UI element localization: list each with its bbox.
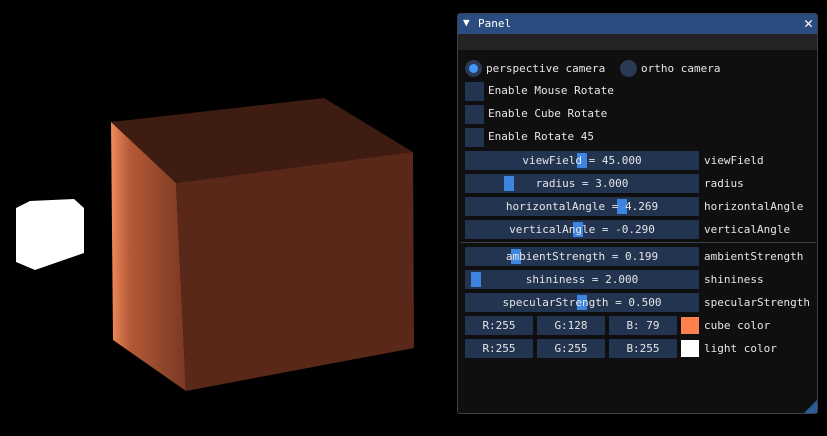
slider-label: viewField bbox=[704, 154, 764, 167]
slider-value: verticalAngle = -0.290 bbox=[509, 223, 655, 236]
slider-label: ambientStrength bbox=[704, 250, 804, 263]
mouse-rotate-checkbox-row[interactable]: Enable Mouse Rotate bbox=[465, 82, 765, 101]
shininess-slider[interactable]: shininess = 2.000 bbox=[465, 270, 699, 289]
cube-color-label: cube color bbox=[704, 319, 771, 332]
cube-color-swatch[interactable] bbox=[681, 317, 699, 334]
viewfield-slider-row: viewField = 45.000 viewField bbox=[465, 151, 815, 170]
cube-color-row: R:255 G:128 B: 79 cube color bbox=[465, 316, 815, 335]
light-cube bbox=[16, 199, 84, 270]
ambient-strength-slider[interactable]: ambientStrength = 0.199 bbox=[465, 247, 699, 266]
cube-color-g-value: G:128 bbox=[554, 319, 588, 332]
slider-label: shininess bbox=[704, 273, 764, 286]
cube-color-g-input[interactable]: G:128 bbox=[537, 316, 605, 335]
cube-color-r-value: R:255 bbox=[482, 319, 516, 332]
light-color-b-input[interactable]: B:255 bbox=[609, 339, 677, 358]
ortho-camera-radio[interactable] bbox=[620, 60, 637, 77]
rotate45-checkbox-row[interactable]: Enable Rotate 45 bbox=[465, 128, 765, 147]
radius-slider[interactable]: radius = 3.000 bbox=[465, 174, 699, 193]
slider-label: verticalAngle bbox=[704, 223, 791, 236]
imgui-panel: ▼ Panel ✕ perspective camera ortho camer… bbox=[457, 13, 818, 414]
slider-value: radius = 3.000 bbox=[535, 177, 629, 190]
light-color-r-value: R:255 bbox=[482, 342, 516, 355]
ambient-strength-slider-row: ambientStrength = 0.199 ambientStrength bbox=[465, 247, 820, 266]
horizontal-angle-slider-row: horizontalAngle = 4.269 horizontalAngle bbox=[465, 197, 815, 216]
cube-color-b-value: B: 79 bbox=[626, 319, 660, 332]
slider-value: horizontalAngle = 4.269 bbox=[505, 200, 659, 213]
light-color-row: R:255 G:255 B:255 light color bbox=[465, 339, 815, 358]
menu-bar bbox=[458, 34, 817, 50]
shininess-slider-row: shininess = 2.000 shininess bbox=[465, 270, 820, 289]
close-icon[interactable]: ✕ bbox=[804, 15, 813, 31]
cube-rotate-label: Enable Cube Rotate bbox=[488, 107, 608, 120]
slider-label: radius bbox=[704, 177, 744, 190]
cube-color-b-input[interactable]: B: 79 bbox=[609, 316, 677, 335]
rotate45-label: Enable Rotate 45 bbox=[488, 130, 594, 143]
cube-front-face bbox=[176, 152, 414, 391]
slider-value: ambientStrength = 0.199 bbox=[505, 250, 659, 263]
vertical-angle-slider[interactable]: verticalAngle = -0.290 bbox=[465, 220, 699, 239]
panel-title: Panel bbox=[478, 17, 512, 30]
specular-strength-slider[interactable]: specularStrength = 0.500 bbox=[465, 293, 699, 312]
perspective-camera-radio[interactable] bbox=[465, 60, 482, 77]
panel-titlebar[interactable]: ▼ Panel ✕ bbox=[458, 14, 817, 34]
triangle-down-icon[interactable]: ▼ bbox=[463, 16, 470, 29]
cube-rotate-checkbox[interactable] bbox=[465, 105, 484, 124]
light-color-label: light color bbox=[704, 342, 777, 355]
perspective-camera-label: perspective camera bbox=[486, 62, 606, 75]
orange-cube bbox=[111, 98, 414, 391]
resize-grip-icon[interactable] bbox=[804, 400, 817, 413]
vertical-angle-slider-row: verticalAngle = -0.290 verticalAngle bbox=[465, 220, 815, 239]
slider-value: viewField = 45.000 bbox=[522, 154, 642, 167]
light-color-g-value: G:255 bbox=[554, 342, 588, 355]
slider-value: shininess = 2.000 bbox=[525, 273, 639, 286]
light-color-r-input[interactable]: R:255 bbox=[465, 339, 533, 358]
slider-value: specularStrength = 0.500 bbox=[502, 296, 662, 309]
slider-label: horizontalAngle bbox=[704, 200, 804, 213]
slider-label: specularStrength bbox=[704, 296, 810, 309]
cube-color-r-input[interactable]: R:255 bbox=[465, 316, 533, 335]
radius-slider-row: radius = 3.000 radius bbox=[465, 174, 815, 193]
specular-strength-slider-row: specularStrength = 0.500 specularStrengt… bbox=[465, 293, 820, 312]
light-color-g-input[interactable]: G:255 bbox=[537, 339, 605, 358]
viewfield-slider[interactable]: viewField = 45.000 bbox=[465, 151, 699, 170]
horizontal-angle-slider[interactable]: horizontalAngle = 4.269 bbox=[465, 197, 699, 216]
rotate45-checkbox[interactable] bbox=[465, 128, 484, 147]
separator bbox=[461, 242, 816, 243]
camera-radio-group: perspective camera ortho camera bbox=[465, 60, 765, 79]
mouse-rotate-label: Enable Mouse Rotate bbox=[488, 84, 614, 97]
mouse-rotate-checkbox[interactable] bbox=[465, 82, 484, 101]
ortho-camera-label: ortho camera bbox=[641, 62, 721, 75]
light-color-b-value: B:255 bbox=[626, 342, 660, 355]
cube-rotate-checkbox-row[interactable]: Enable Cube Rotate bbox=[465, 105, 765, 124]
light-color-swatch[interactable] bbox=[681, 340, 699, 357]
